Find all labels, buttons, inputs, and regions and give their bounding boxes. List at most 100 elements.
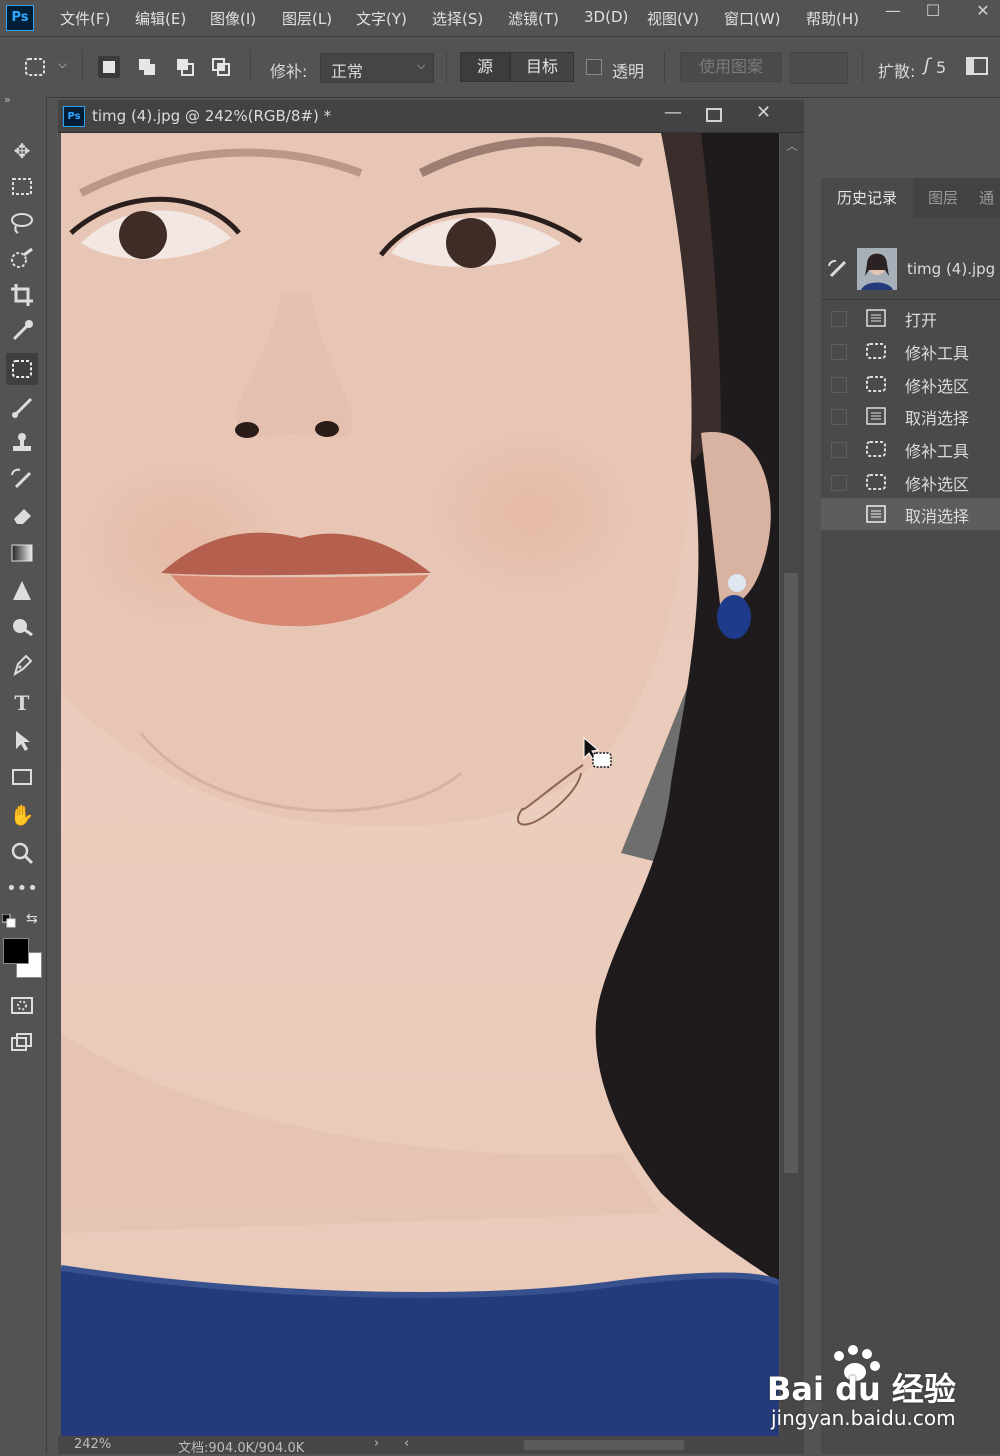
eyedropper-tool[interactable] [6, 315, 38, 347]
sharpen-tool[interactable] [6, 575, 38, 607]
rectangle-tool[interactable] [6, 761, 38, 793]
history-item[interactable]: 取消选择 [821, 400, 1000, 432]
intersect-selection-button[interactable] [210, 56, 232, 78]
quick-selection-tool[interactable] [6, 243, 38, 275]
scroll-left-icon[interactable]: ‹ [404, 1436, 409, 1451]
type-tool[interactable]: T [6, 687, 38, 719]
lasso-tool[interactable] [6, 207, 38, 239]
marquee-tool[interactable] [6, 171, 38, 203]
document-title: timg (4).jpg @ 242%(RGB/8#) * [92, 107, 332, 125]
subtract-selection-button[interactable] [174, 56, 196, 78]
history-source-checkbox[interactable] [831, 377, 847, 393]
history-brush-tool[interactable] [6, 463, 38, 495]
use-pattern-button[interactable]: 使用图案 [680, 52, 782, 82]
zoom-tool[interactable] [6, 837, 38, 869]
doc-close-button[interactable]: ✕ [756, 102, 771, 123]
type-icon: T [14, 691, 30, 715]
quick-mask-button[interactable] [6, 989, 38, 1021]
tab-layers[interactable]: 图层 [913, 178, 973, 218]
tab-channels[interactable]: 通 [973, 178, 1000, 218]
baidu-jingyan-watermark: Bai du 经验 jingyan.baidu.com [767, 1345, 997, 1430]
menu-window[interactable]: 窗口(W) [724, 8, 781, 29]
menu-edit[interactable]: 编辑(E) [135, 8, 186, 29]
history-source-checkbox[interactable] [831, 475, 847, 491]
subtract-selection-icon [177, 59, 194, 76]
menu-image[interactable]: 图像(I) [210, 8, 256, 29]
new-selection-button[interactable] [98, 56, 120, 78]
transparent-checkbox[interactable] [586, 59, 602, 75]
diffusion-label: 扩散: [878, 62, 916, 81]
history-snapshot[interactable]: timg (4).jpg [821, 244, 1000, 296]
menu-layer[interactable]: 图层(L) [282, 8, 332, 29]
history-item[interactable]: 打开 [821, 302, 1000, 334]
eraser-tool[interactable] [6, 499, 38, 531]
history-source-checkbox[interactable] [831, 409, 847, 425]
tab-history[interactable]: 历史记录 [821, 178, 913, 218]
default-colors-button[interactable] [1, 913, 16, 928]
source-button[interactable]: 源 [460, 52, 510, 82]
app-minimize-button[interactable]: — [876, 0, 910, 24]
document-canvas[interactable] [61, 133, 779, 1438]
document-icon [866, 505, 886, 523]
move-tool[interactable]: ✥ [6, 135, 38, 167]
path-selection-tool[interactable] [6, 725, 38, 757]
add-selection-button[interactable] [136, 56, 158, 78]
app-maximize-button[interactable]: ☐ [916, 0, 950, 24]
brush-tool[interactable] [6, 391, 38, 423]
panel-toggle-button[interactable] [966, 57, 988, 75]
menu-view[interactable]: 视图(V) [647, 8, 699, 29]
patch-label: 修补: [270, 62, 308, 81]
more-tools-button[interactable]: ••• [6, 873, 38, 905]
doc-minimize-button[interactable]: — [664, 102, 682, 123]
vertical-scrollbar[interactable]: ︿ [780, 133, 804, 1438]
history-item[interactable]: 修补选区 [821, 466, 1000, 498]
eraser-icon [14, 509, 31, 524]
clone-stamp-tool[interactable] [6, 427, 38, 459]
tool-preset-picker[interactable] [22, 53, 50, 81]
target-button[interactable]: 目标 [510, 52, 574, 82]
hand-tool[interactable]: ✋ [6, 799, 38, 831]
dodge-tool[interactable] [6, 611, 38, 643]
collapse-icon[interactable]: » [4, 93, 11, 106]
pattern-picker[interactable] [790, 52, 848, 84]
crop-tool[interactable] [6, 279, 38, 311]
scroll-up-icon[interactable]: ︿ [786, 137, 798, 154]
scroll-thumb[interactable] [784, 573, 798, 1173]
menu-3d[interactable]: 3D(D) [584, 8, 628, 26]
history-source-checkbox[interactable] [831, 344, 847, 360]
menu-select[interactable]: 选择(S) [432, 8, 483, 29]
doc-maximize-button[interactable] [706, 108, 722, 122]
horizontal-scroll-thumb[interactable] [524, 1440, 684, 1450]
app-close-button[interactable]: ✕ [966, 0, 1000, 24]
scrubby-slider-icon[interactable]: ʃ [924, 55, 930, 76]
history-source-checkbox[interactable] [831, 311, 847, 327]
snapshot-thumbnail [857, 248, 897, 290]
patch-tool[interactable] [6, 353, 38, 385]
gradient-tool[interactable] [6, 537, 38, 569]
history-item-active[interactable]: 取消选择 [821, 498, 1000, 530]
history-source-checkbox[interactable] [831, 507, 847, 523]
swap-colors-icon[interactable]: ⇆ [26, 911, 38, 927]
status-bar: 242% 文档:904.0K/904.0K › ‹ [58, 1436, 804, 1456]
quick-mask-icon [11, 997, 33, 1014]
patch-mode-select[interactable]: 正常 ⌵ [320, 53, 434, 83]
document-tab[interactable]: Ps timg (4).jpg @ 242%(RGB/8#) * — ✕ [58, 100, 804, 133]
history-item[interactable]: 修补工具 [821, 433, 1000, 465]
chevron-down-icon[interactable]: ⌵ [58, 57, 67, 72]
zoom-level[interactable]: 242% [74, 1437, 111, 1452]
menu-bar: Ps 文件(F) 编辑(E) 图像(I) 图层(L) 文字(Y) 选择(S) 滤… [0, 0, 1000, 37]
menu-filter[interactable]: 滤镜(T) [508, 8, 559, 29]
menu-help[interactable]: 帮助(H) [806, 8, 866, 29]
pen-tool[interactable] [6, 649, 38, 681]
history-item[interactable]: 修补选区 [821, 368, 1000, 400]
history-item-label: 修补工具 [905, 344, 970, 363]
status-menu-arrow-icon[interactable]: › [374, 1436, 379, 1451]
menu-file[interactable]: 文件(F) [60, 8, 110, 29]
screen-mode-button[interactable] [6, 1027, 38, 1059]
menu-type[interactable]: 文字(Y) [356, 8, 407, 29]
diffusion-value[interactable]: 5 [936, 58, 946, 77]
history-item[interactable]: 修补工具 [821, 335, 1000, 367]
screen-mode-icon [11, 1033, 32, 1051]
foreground-color-swatch[interactable] [3, 938, 29, 964]
history-source-checkbox[interactable] [831, 442, 847, 458]
